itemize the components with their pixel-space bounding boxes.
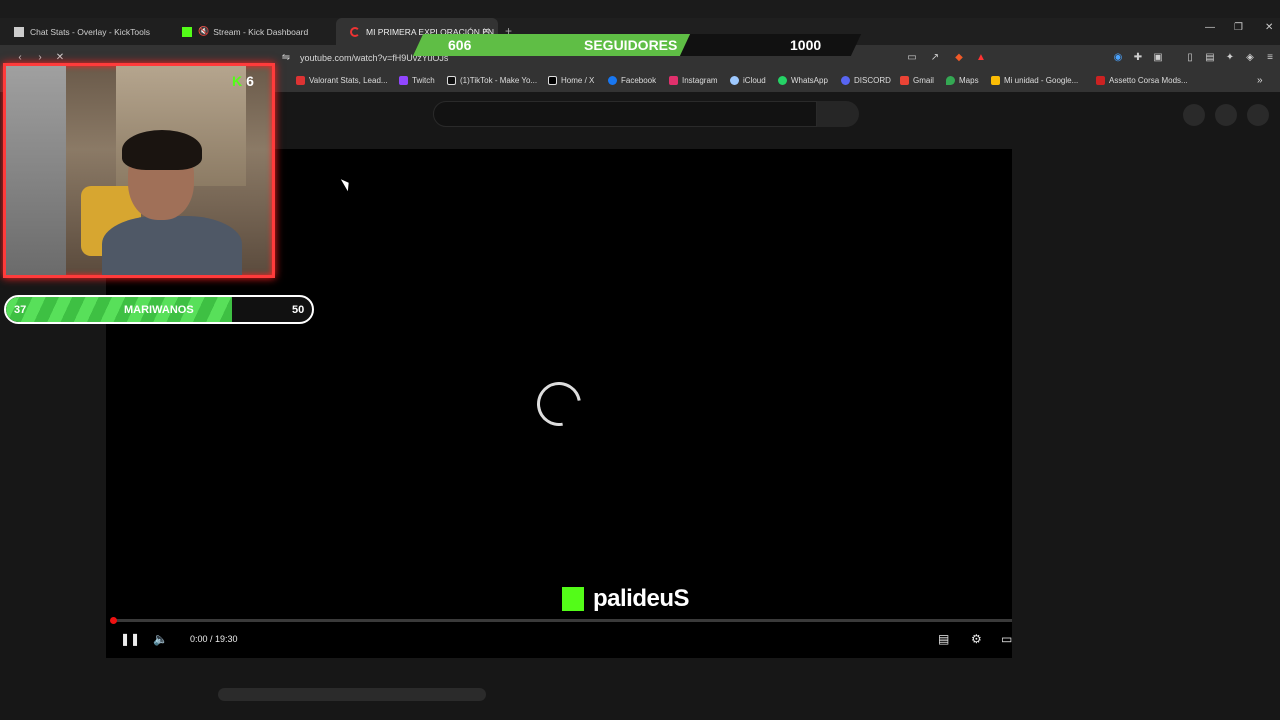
followers-goal-overlay: 606 SEGUIDORES 1000 [412, 34, 862, 56]
volume-icon[interactable]: 🔈 [153, 632, 168, 646]
goal-label: MARIWANOS [124, 304, 194, 316]
gmail-icon [900, 76, 909, 85]
avatar[interactable] [1247, 104, 1269, 126]
subs-goal-overlay: 37 MARIWANOS 50 [4, 295, 314, 324]
bookmark-facebook[interactable]: Facebook [608, 76, 656, 85]
viewer-count-badge: K6 [232, 73, 254, 89]
facebook-icon [608, 76, 617, 85]
tiktok-icon [447, 76, 456, 85]
maps-icon [946, 76, 955, 85]
mute-icon: 🔇 [198, 26, 210, 36]
bookmark-icloud[interactable]: iCloud [730, 76, 766, 85]
cast-icon[interactable]: ▭ [906, 52, 918, 64]
goal-fill [6, 297, 233, 322]
sidebar-icon[interactable]: ▯ [1184, 52, 1196, 64]
bookmark-label: Gmail [913, 76, 934, 85]
close-window-icon[interactable]: ✕ [1265, 22, 1273, 33]
create-icon[interactable] [1183, 104, 1205, 126]
bookmark-label: Facebook [621, 76, 657, 85]
bookmark-x[interactable]: Home / X [548, 76, 594, 85]
search-button[interactable] [817, 101, 859, 127]
site-info-icon[interactable]: ⇋ [280, 52, 292, 64]
more-bookmarks-icon[interactable]: » [1257, 75, 1263, 86]
bookmark-label: iCloud [743, 76, 766, 85]
loading-icon [350, 26, 360, 37]
bookmark-maps[interactable]: Maps [946, 76, 979, 85]
bookmark-label: Twitch [412, 76, 435, 85]
pause-icon[interactable]: ❚❚ [120, 632, 140, 646]
bookmark-label: (1)TikTok - Make Yo... [460, 76, 538, 85]
rewards-icon[interactable]: ▲ [975, 52, 987, 64]
theater-icon[interactable]: ▭ [1001, 632, 1012, 646]
extensions-icon[interactable]: ✚ [1132, 52, 1144, 64]
bookmark-instagram[interactable]: Instagram [669, 76, 718, 85]
bookmark-label: WhatsApp [791, 76, 828, 85]
streamer-body [102, 216, 242, 275]
screen: Chat Stats - Overlay - KickTools 🔇 Strea… [0, 0, 1280, 720]
twitch-icon [399, 76, 408, 85]
time-display: 0:00 / 19:30 [190, 634, 238, 644]
viewer-count: 6 [246, 73, 254, 89]
icloud-icon [730, 76, 739, 85]
followers-goal: 1000 [790, 37, 822, 53]
goal-target: 50 [292, 304, 305, 316]
menu-icon[interactable]: ≡ [1264, 52, 1276, 64]
leo-icon[interactable]: ✦ [1224, 52, 1236, 64]
webcam-overlay: K6 [3, 63, 275, 278]
tab-kick-dashboard[interactable]: 🔇 Stream - Kick Dashboard [168, 18, 336, 45]
horizontal-scrollbar[interactable] [218, 688, 486, 701]
audio-icon[interactable]: ◉ [1112, 52, 1124, 64]
seek-bar[interactable] [110, 617, 1012, 624]
discord-icon [841, 76, 850, 85]
screenshot-icon[interactable]: ▣ [1152, 52, 1164, 64]
wallet-icon[interactable]: ▤ [1204, 52, 1216, 64]
goal-current: 37 [14, 304, 27, 316]
bookmark-gmail[interactable]: Gmail [900, 76, 934, 85]
tab-label: Chat Stats - Overlay - KickTools [30, 26, 150, 37]
x-icon [548, 76, 557, 85]
assetto-icon [1096, 76, 1105, 85]
notifications-icon[interactable] [1215, 104, 1237, 126]
restore-icon[interactable]: ❐ [1234, 22, 1243, 33]
followers-label: SEGUIDORES [584, 37, 678, 53]
bookmark-drive[interactable]: Mi unidad - Google... [991, 76, 1078, 85]
instagram-icon [669, 76, 678, 85]
share-icon[interactable]: ↗ [929, 52, 941, 64]
bookmark-discord[interactable]: DISCORD [841, 76, 891, 85]
webcam-wall [6, 66, 66, 275]
valorant-icon [296, 76, 305, 85]
bookmark-twitch[interactable]: Twitch [399, 76, 435, 85]
whatsapp-icon [778, 76, 787, 85]
channel-watermark: palideuS [562, 585, 690, 613]
bookmark-valorant[interactable]: Valorant Stats, Lead... [296, 76, 388, 85]
bookmark-label: Instagram [682, 76, 718, 85]
bookmark-tiktok[interactable]: (1)TikTok - Make Yo... [447, 76, 537, 85]
streamer-hair [122, 130, 202, 170]
followers-current: 606 [448, 37, 472, 53]
kick-logo-icon [562, 587, 584, 611]
minimize-icon[interactable]: — [1205, 22, 1215, 33]
bookmark-label: Maps [959, 76, 979, 85]
kick-icon [182, 26, 192, 37]
bookmark-assetto[interactable]: Assetto Corsa Mods... [1096, 76, 1188, 85]
tab-label: Stream - Kick Dashboard [213, 26, 309, 37]
bookmark-label: DISCORD [854, 76, 891, 85]
seek-handle[interactable] [110, 617, 117, 624]
bookmark-label: Valorant Stats, Lead... [309, 76, 388, 85]
loading-spinner-icon [528, 373, 590, 435]
vpn-icon[interactable]: ◈ [1244, 52, 1256, 64]
tab-chat-stats[interactable]: Chat Stats - Overlay - KickTools [0, 18, 170, 45]
search-input[interactable] [433, 101, 817, 127]
settings-icon[interactable]: ⚙ [971, 632, 982, 646]
channel-name: palideuS [593, 585, 690, 612]
bookmark-label: Mi unidad - Google... [1004, 76, 1079, 85]
grid-icon [14, 26, 24, 37]
captions-icon[interactable]: ▤ [938, 632, 949, 646]
bookmark-label: Assetto Corsa Mods... [1109, 76, 1188, 85]
brave-shield-icon[interactable]: ◆ [953, 52, 965, 64]
drive-icon [991, 76, 1000, 85]
bookmark-label: Home / X [561, 76, 595, 85]
kick-letter: K [232, 73, 243, 89]
bookmark-whatsapp[interactable]: WhatsApp [778, 76, 828, 85]
